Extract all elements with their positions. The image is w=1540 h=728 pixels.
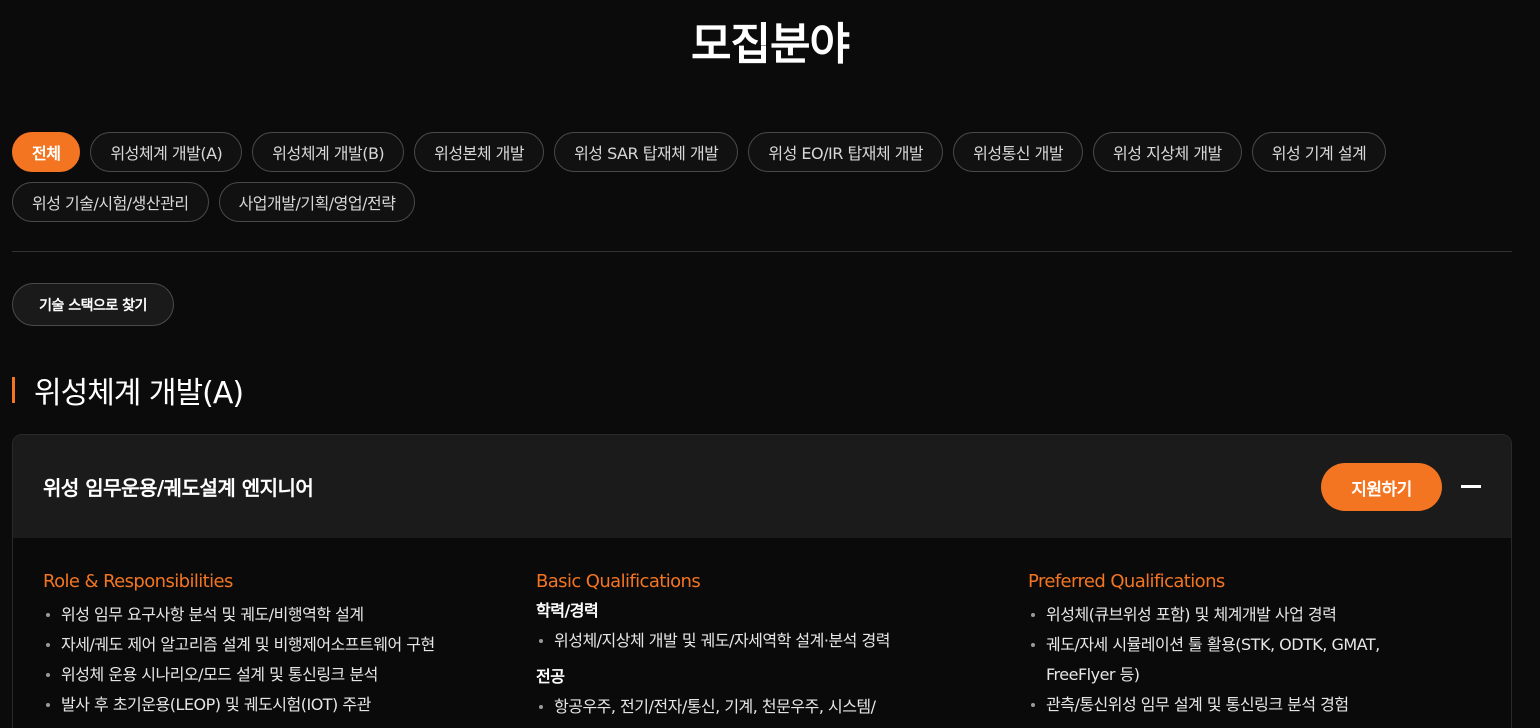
filter-chip[interactable]: 위성 기계 설계 (1251, 132, 1387, 172)
list-item: 위성체/지상체 개발 및 궤도/자세역학 설계·분석 경력 (536, 626, 986, 656)
divider (12, 251, 1512, 252)
qualification-group-list: 위성체/지상체 개발 및 궤도/자세역학 설계·분석 경력 (536, 626, 986, 656)
list-item: 항공우주, 전기/전자/통신, 기계, 천문우주, 시스템/ (536, 692, 986, 722)
filter-chip[interactable]: 위성 기술/시험/생산관리 (12, 182, 209, 222)
list-item: 궤도/자세 시뮬레이션 툴 활용(STK, ODTK, GMAT, FreeFl… (1028, 630, 1448, 690)
filter-chip[interactable]: 위성 지상체 개발 (1093, 132, 1242, 172)
tech-stack-search-button[interactable]: 기술 스택으로 찾기 (12, 283, 174, 326)
role-heading: Role & Responsibilities (43, 571, 233, 592)
job-title: 위성 임무운용/궤도설계 엔지니어 (43, 476, 314, 500)
recruitment-page: 모집분야 전체 위성체계 개발(A) 위성체계 개발(B) 위성본체 개발 위성 SAR… (0, 0, 1540, 728)
job-card-header[interactable]: 위성 임무운용/궤도설계 엔지니어 지원하기 (13, 435, 1511, 538)
filter-chip[interactable]: 사업개발/기획/영업/전략 (218, 182, 416, 222)
list-item: 위성체(큐브위성 포함) 및 체계개발 사업 경력 (1028, 600, 1448, 630)
list-item: 발사 후 초기운용(LEOP) 및 궤도시험(IOT) 주관 (43, 690, 493, 720)
preferred-heading: Preferred Qualifications (1028, 571, 1225, 592)
section-accent-bar (12, 377, 15, 403)
job-posting-card: 위성 임무운용/궤도설계 엔지니어 지원하기 Role & Responsibi… (12, 434, 1512, 728)
basic-groups: 학력/경력위성체/지상체 개발 및 궤도/자세역학 설계·분석 경력전공항공우주… (536, 600, 986, 722)
list-item: 위성체 운용 시나리오/모드 설계 및 통신링크 분석 (43, 660, 493, 690)
basic-heading: Basic Qualifications (536, 571, 701, 592)
minus-icon[interactable] (1461, 485, 1481, 488)
qualification-group-list: 항공우주, 전기/전자/통신, 기계, 천문우주, 시스템/ (536, 692, 986, 722)
list-item: 위성 임무 요구사항 분석 및 궤도/비행역학 설계 (43, 600, 493, 630)
role-responsibilities-column: Role & Responsibilities 위성 임무 요구사항 분석 및 … (43, 572, 493, 720)
preferred-qualifications-column: Preferred Qualifications 위성체(큐브위성 포함) 및 … (1028, 572, 1448, 720)
filter-chip[interactable]: 위성본체 개발 (414, 132, 545, 172)
list-item: 관측/통신위성 임무 설계 및 통신링크 분석 경험 (1028, 690, 1448, 720)
category-filter-list: 전체 위성체계 개발(A) 위성체계 개발(B) 위성본체 개발 위성 SAR 탑재체 … (12, 132, 1512, 222)
filter-chip[interactable]: 위성통신 개발 (953, 132, 1084, 172)
filter-chip[interactable]: 위성체계 개발(A) (90, 132, 243, 172)
job-details: Role & Responsibilities 위성 임무 요구사항 분석 및 … (13, 538, 1511, 728)
filter-chip[interactable]: 위성체계 개발(B) (252, 132, 405, 172)
role-list: 위성 임무 요구사항 분석 및 궤도/비행역학 설계 자세/궤도 제어 알고리즘 … (43, 600, 493, 720)
apply-button[interactable]: 지원하기 (1321, 463, 1442, 511)
section-title: 위성체계 개발(A) (34, 376, 244, 411)
basic-qualifications-column: Basic Qualifications 학력/경력위성체/지상체 개발 및 궤… (536, 572, 986, 722)
filter-chip[interactable]: 위성 SAR 탑재체 개발 (554, 132, 739, 172)
qualification-group-title: 학력/경력 (536, 601, 599, 620)
filter-chip[interactable]: 전체 (12, 132, 81, 172)
preferred-list: 위성체(큐브위성 포함) 및 체계개발 사업 경력 궤도/자세 시뮬레이션 툴 활… (1028, 600, 1448, 720)
qualification-group-title: 전공 (536, 667, 565, 686)
list-item: 자세/궤도 제어 알고리즘 설계 및 비행제어소프트웨어 구현 (43, 630, 493, 660)
section-heading: 위성체계 개발(A) (12, 370, 244, 411)
page-title: 모집분야 (691, 19, 850, 70)
filter-chip[interactable]: 위성 EO/IR 탑재체 개발 (748, 132, 944, 172)
